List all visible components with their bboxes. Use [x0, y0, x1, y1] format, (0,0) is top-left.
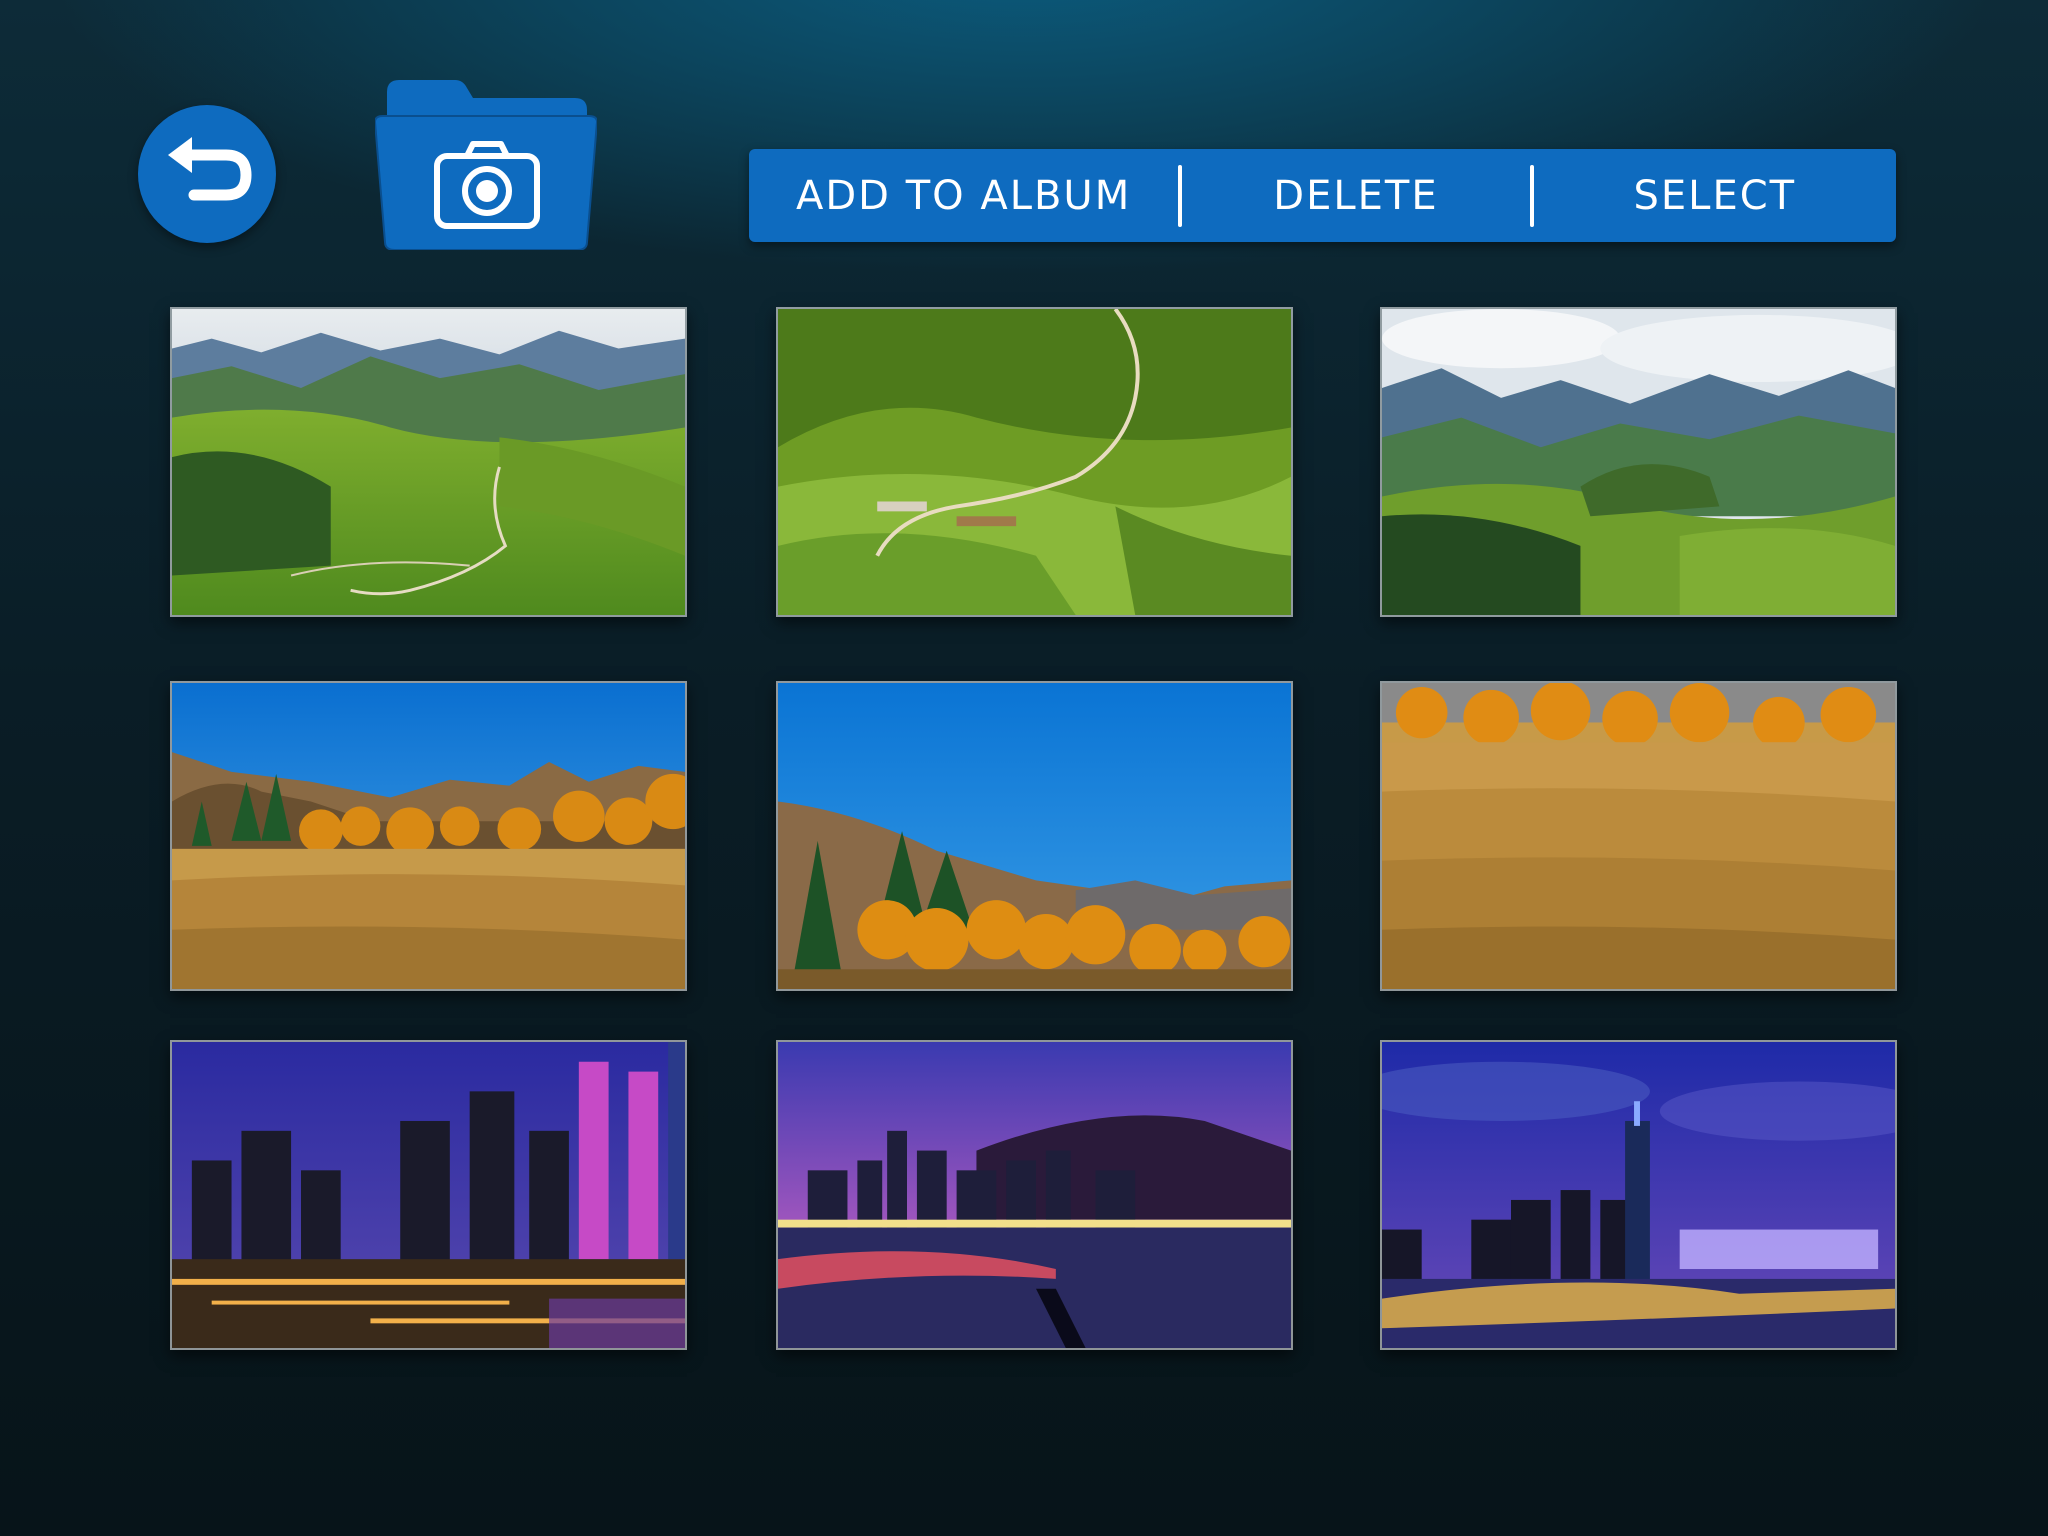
autumn-trees-photo	[778, 683, 1291, 989]
golden-field-photo	[1382, 683, 1895, 989]
city-skyline-photo	[1382, 1042, 1895, 1348]
autumn-meadow-photo	[172, 683, 685, 989]
photo-thumbnail[interactable]	[170, 307, 687, 617]
photo-thumbnail[interactable]	[776, 681, 1293, 991]
photo-thumbnail[interactable]	[776, 1040, 1293, 1350]
photo-grid	[170, 307, 1900, 1353]
action-toolbar: ADD TO ALBUM DELETE SELECT	[749, 149, 1896, 242]
city-night-photo	[172, 1042, 685, 1348]
photo-thumbnail[interactable]	[170, 681, 687, 991]
photo-thumbnail[interactable]	[170, 1040, 687, 1350]
green-mountains-photo	[172, 309, 685, 615]
harbor-night-photo	[778, 1042, 1291, 1348]
photo-thumbnail[interactable]	[776, 307, 1293, 617]
photo-thumbnail[interactable]	[1380, 681, 1897, 991]
camera-folder-icon[interactable]	[373, 78, 599, 251]
select-button[interactable]: SELECT	[1534, 149, 1896, 242]
add-to-album-button[interactable]: ADD TO ALBUM	[749, 149, 1178, 242]
back-arrow-icon	[168, 137, 252, 201]
green-hillside-photo	[778, 309, 1291, 615]
photo-thumbnail[interactable]	[1380, 1040, 1897, 1350]
mountain-valley-photo	[1382, 309, 1895, 615]
back-button[interactable]	[138, 105, 276, 243]
photo-thumbnail[interactable]	[1380, 307, 1897, 617]
delete-button[interactable]: DELETE	[1182, 149, 1529, 242]
